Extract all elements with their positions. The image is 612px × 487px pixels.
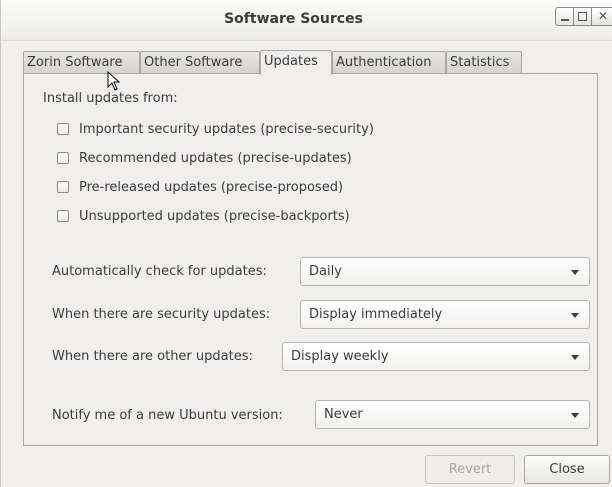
notify-release-dropdown[interactable]: Never [315, 400, 590, 429]
chevron-down-icon [571, 355, 579, 360]
notify-release-value: Never [324, 407, 363, 422]
source-backports[interactable]: Unsupported updates (precise-backports) [57, 207, 350, 225]
security-updates-dropdown[interactable]: Display immediately [300, 300, 590, 329]
source-recommended-label: Recommended updates (precise-updates) [79, 150, 352, 166]
source-security[interactable]: Important security updates (precise-secu… [57, 120, 374, 138]
notify-release-label: Notify me of a new Ubuntu version: [52, 408, 283, 423]
source-backports-label: Unsupported updates (precise-backports) [79, 208, 350, 224]
security-updates-value: Display immediately [309, 307, 443, 322]
checkbox-security[interactable] [57, 123, 69, 135]
title-bar[interactable]: Software Sources ✕ [1, 0, 612, 41]
checkbox-proposed[interactable] [57, 181, 69, 193]
tab-zorin-software[interactable]: Zorin Software [23, 51, 140, 73]
minimize-icon [560, 19, 569, 21]
tab-statistics[interactable]: Statistics [446, 51, 522, 73]
revert-button[interactable]: Revert [425, 455, 515, 484]
auto-check-value: Daily [309, 264, 342, 279]
auto-check-dropdown[interactable]: Daily [300, 257, 590, 286]
chevron-down-icon [571, 413, 579, 418]
software-sources-window: Software Sources ✕ Zorin Software Other … [0, 0, 612, 487]
source-recommended[interactable]: Recommended updates (precise-updates) [57, 149, 352, 167]
close-window-button[interactable]: ✕ [591, 7, 612, 26]
checkbox-recommended[interactable] [57, 152, 69, 164]
tab-other-software[interactable]: Other Software [140, 51, 260, 73]
close-icon: ✕ [597, 9, 609, 23]
updates-panel: Install updates from: Important security… [23, 73, 598, 446]
security-updates-label: When there are security updates: [52, 307, 271, 322]
install-updates-label: Install updates from: [43, 91, 178, 106]
chevron-down-icon [571, 313, 579, 318]
other-updates-value: Display weekly [291, 349, 389, 364]
auto-check-label: Automatically check for updates: [52, 264, 267, 279]
checkbox-backports[interactable] [57, 210, 69, 222]
tab-authentication[interactable]: Authentication [332, 51, 446, 73]
window-title: Software Sources [224, 11, 363, 27]
source-proposed[interactable]: Pre-released updates (precise-proposed) [57, 178, 343, 196]
other-updates-dropdown[interactable]: Display weekly [282, 342, 590, 371]
other-updates-label: When there are other updates: [52, 349, 253, 364]
source-security-label: Important security updates (precise-secu… [79, 121, 374, 137]
maximize-icon [578, 12, 587, 21]
maximize-button[interactable] [573, 7, 592, 26]
minimize-button[interactable] [555, 7, 574, 26]
mouse-cursor-icon [107, 71, 121, 91]
tab-updates[interactable]: Updates [260, 50, 332, 75]
chevron-down-icon [571, 270, 579, 275]
source-proposed-label: Pre-released updates (precise-proposed) [79, 179, 344, 195]
close-button[interactable]: Close [524, 455, 610, 484]
